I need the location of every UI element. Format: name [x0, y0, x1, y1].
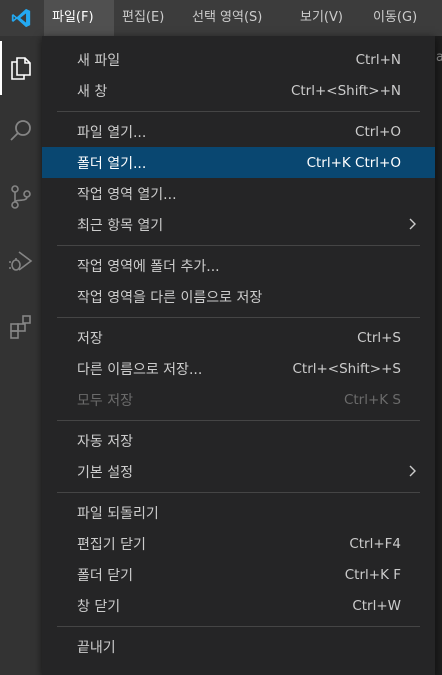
menu-item-shortcut: Ctrl+F4 — [349, 535, 401, 552]
menu-item-shortcut: Ctrl+S — [357, 329, 401, 346]
menu-item-shortcut: Ctrl+W — [352, 597, 401, 614]
menu-item-label: 창 닫기 — [77, 598, 121, 615]
menu-item-new-file[interactable]: 새 파일 Ctrl+N — [42, 44, 435, 75]
menu-separator — [57, 111, 420, 112]
menu-item-label: 폴더 열기... — [77, 155, 147, 172]
menu-item-label: 새 파일 — [77, 52, 121, 69]
menu-item-shortcut: Ctrl+K Ctrl+O — [306, 154, 401, 171]
menu-item-label: 편집기 닫기 — [77, 536, 146, 553]
explorer-icon[interactable] — [0, 41, 42, 95]
menu-item-label: 파일 되돌리기 — [77, 505, 159, 522]
menu-item-label: 새 창 — [77, 83, 108, 100]
menu-item-save-as[interactable]: 다른 이름으로 저장... Ctrl+<Shift>+S — [42, 353, 435, 384]
menu-selection[interactable]: 선택 영역(S) — [184, 0, 292, 36]
chevron-right-icon — [407, 464, 417, 482]
run-debug-icon[interactable] — [0, 234, 42, 288]
menu-item-revert-file[interactable]: 파일 되돌리기 — [42, 497, 435, 528]
menu-go[interactable]: 이동(G) — [365, 0, 442, 36]
activity-bar — [0, 36, 42, 675]
search-icon[interactable] — [0, 104, 42, 158]
menu-item-label: 폴더 닫기 — [77, 567, 133, 584]
menu-item-label: 파일 열기... — [77, 124, 147, 141]
menu-item-label: 기본 설정 — [77, 464, 133, 481]
menu-item-label: 작업 영역을 다른 이름으로 저장 — [77, 289, 263, 306]
menu-item-shortcut: Ctrl+<Shift>+N — [290, 82, 401, 99]
menu-item-shortcut: Ctrl+<Shift>+S — [292, 360, 401, 377]
menu-file[interactable]: 파일(F) — [44, 0, 114, 36]
menu-item-open-workspace[interactable]: 작업 영역 열기... — [42, 178, 435, 209]
menu-item-save[interactable]: 저장 Ctrl+S — [42, 322, 435, 353]
menu-item-shortcut: Ctrl+O — [355, 123, 401, 140]
menu-item-new-window[interactable]: 새 창 Ctrl+<Shift>+N — [42, 75, 435, 106]
menu-item-label: 저장 — [77, 330, 103, 347]
menu-item-shortcut: Ctrl+K S — [343, 391, 401, 408]
menu-separator — [57, 317, 420, 318]
title-bar: 파일(F) 편집(E) 선택 영역(S) 보기(V) 이동(G) — [0, 0, 442, 36]
menu-separator — [57, 420, 420, 421]
vscode-logo-icon — [0, 0, 42, 36]
chevron-right-icon — [407, 217, 417, 235]
menu-item-save-workspace-as[interactable]: 작업 영역을 다른 이름으로 저장 — [42, 281, 435, 312]
menu-item-auto-save[interactable]: 자동 저장 — [42, 425, 435, 456]
source-control-icon[interactable] — [0, 170, 42, 224]
file-menu-dropdown: 새 파일 Ctrl+N 새 창 Ctrl+<Shift>+N 파일 열기... … — [42, 36, 435, 675]
menu-separator — [57, 626, 420, 627]
menu-item-close-folder[interactable]: 폴더 닫기 Ctrl+K F — [42, 559, 435, 590]
menu-item-label: 끝내기 — [77, 639, 116, 656]
menu-item-preferences[interactable]: 기본 설정 — [42, 456, 435, 487]
menu-item-label: 작업 영역에 폴더 추가... — [77, 258, 220, 275]
menu-item-save-all: 모두 저장 Ctrl+K S — [42, 384, 435, 415]
menu-item-label: 모두 저장 — [77, 392, 133, 409]
menu-item-shortcut: Ctrl+N — [355, 51, 401, 68]
menu-item-shortcut: Ctrl+K F — [344, 566, 401, 583]
menu-item-open-recent[interactable]: 최근 항목 열기 — [42, 209, 435, 240]
menu-item-label: 자동 저장 — [77, 433, 133, 450]
menu-item-add-folder-to-workspace[interactable]: 작업 영역에 폴더 추가... — [42, 250, 435, 281]
menu-item-close-window[interactable]: 창 닫기 Ctrl+W — [42, 590, 435, 621]
menu-edit[interactable]: 편집(E) — [114, 0, 184, 36]
menu-item-close-editor[interactable]: 편집기 닫기 Ctrl+F4 — [42, 528, 435, 559]
menu-item-label: 최근 항목 열기 — [77, 217, 164, 234]
menu-item-exit[interactable]: 끝내기 — [42, 631, 435, 662]
menu-item-label: 다른 이름으로 저장... — [77, 361, 203, 378]
menu-item-label: 작업 영역 열기... — [77, 186, 177, 203]
menu-view[interactable]: 보기(V) — [292, 0, 365, 36]
extensions-icon[interactable] — [0, 300, 42, 354]
menu-item-open-folder[interactable]: 폴더 열기... Ctrl+K Ctrl+O — [42, 147, 435, 178]
menu-separator — [57, 492, 420, 493]
menu-item-open-file[interactable]: 파일 열기... Ctrl+O — [42, 116, 435, 147]
menu-separator — [57, 245, 420, 246]
